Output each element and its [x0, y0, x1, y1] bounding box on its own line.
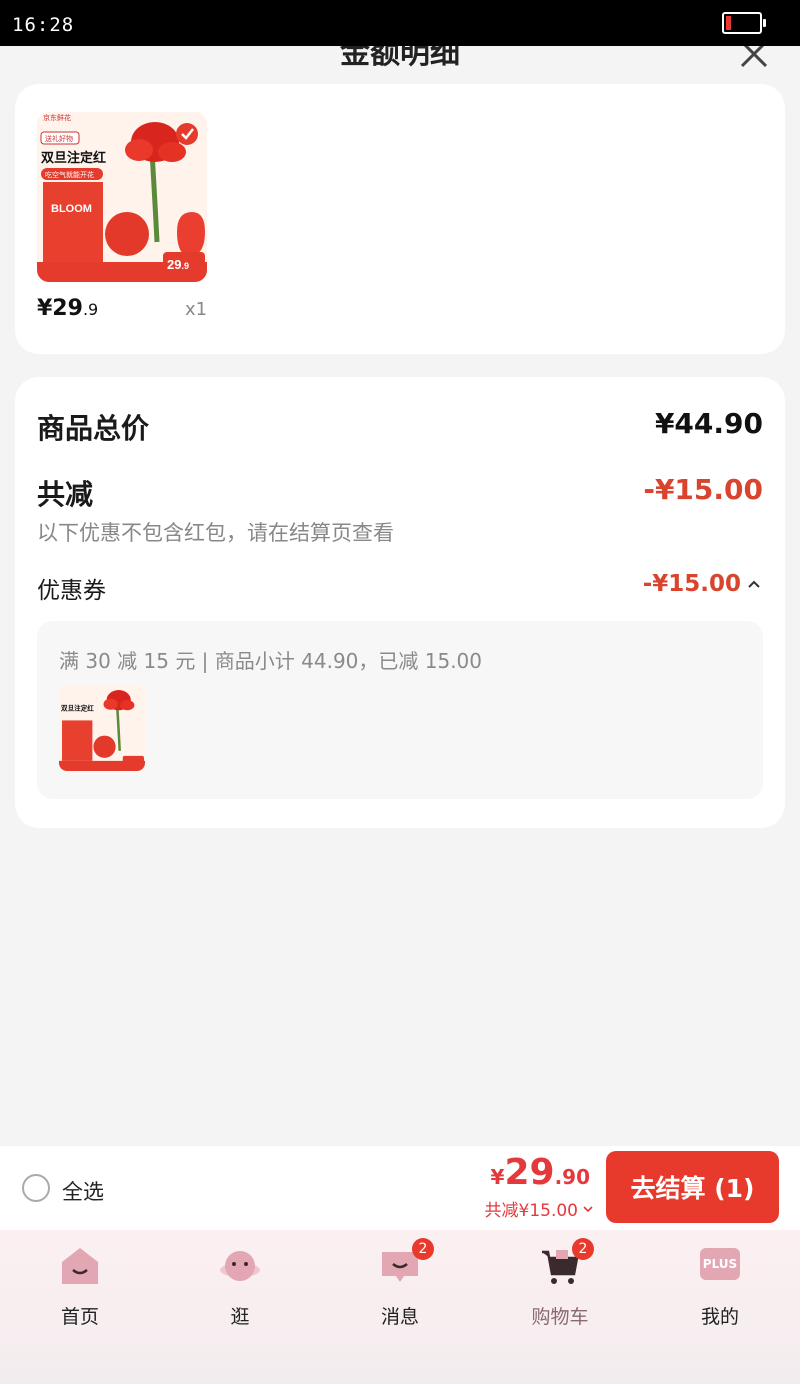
coupon-product-image: 双旦注定红	[59, 685, 145, 771]
status-time: 16:28	[12, 14, 75, 36]
battery-icon	[722, 12, 766, 34]
product-price-int: ¥29	[37, 296, 83, 321]
plus-member-icon: PLUS	[700, 1248, 740, 1280]
checkout-bar: 全选 ¥29.90 共减¥15.00 去结算 (1)	[0, 1146, 800, 1230]
tab-explore-label: 逛	[230, 1306, 250, 1328]
sheet-header: 金额明细	[0, 46, 800, 82]
product-price-dec: .9	[82, 300, 99, 319]
home-icon	[62, 1248, 98, 1284]
price-detail-card: 商品总价 ¥44.90 共减 -¥15.00 以下优惠不包含红包，请在结算页查看…	[15, 377, 785, 828]
reduce-value: -¥15.00	[643, 473, 763, 506]
tab-home[interactable]: 首页	[0, 1242, 160, 1332]
checkout-currency: ¥	[490, 1165, 505, 1189]
thumb-brand: 京东鲜花	[43, 113, 71, 122]
product-card: BLOOM 京东鲜花 送礼好物 双旦注定红 吃空气就能开花 29.9 ¥29.9…	[15, 84, 785, 354]
coupon-description: 满 30 减 15 元 | 商品小计 44.90，已减 15.00	[59, 649, 483, 673]
product-image-art: BLOOM 京东鲜花 送礼好物 双旦注定红 吃空气就能开花 29.9	[37, 112, 207, 282]
checkout-total-price: ¥29.90	[491, 1152, 590, 1193]
total-price-label: 商品总价	[37, 412, 150, 445]
tab-cart-label: 购物车	[531, 1306, 589, 1328]
checkout-discount-text: 共减¥15.00	[484, 1201, 578, 1221]
tab-mine[interactable]: PLUS 我的	[640, 1242, 800, 1332]
thumb-price-dec: .9	[181, 261, 189, 271]
bottom-tab-bar: 首页 逛 2 消息 2 购物车 PLUS 我的	[0, 1230, 800, 1384]
tab-mine-label: 我的	[700, 1306, 739, 1328]
tab-messages[interactable]: 2 消息	[320, 1238, 480, 1332]
tab-explore[interactable]: 逛	[160, 1242, 320, 1332]
chevron-down-icon	[583, 1205, 593, 1212]
thumb-slogan: 吃空气就能开花	[45, 170, 94, 179]
sheet-title: 金额明细	[340, 46, 460, 71]
total-price-value: ¥44.90	[654, 407, 763, 440]
thumb-price-int: 29	[167, 257, 181, 272]
coupon-product-image-art: 双旦注定红	[59, 685, 145, 771]
messages-badge: 2	[412, 1238, 434, 1260]
planet-icon	[220, 1251, 260, 1281]
tab-cart[interactable]: 2 购物车	[480, 1238, 640, 1332]
chevron-up-icon	[748, 580, 760, 588]
coupon-detail-box: 满 30 减 15 元 | 商品小计 44.90，已减 15.00 双旦注定红	[37, 621, 763, 799]
select-all-checkbox[interactable]	[22, 1174, 50, 1202]
thumb-headline: 双旦注定红	[41, 150, 106, 166]
reduce-note: 以下优惠不包含红包，请在结算页查看	[37, 521, 394, 545]
reduce-label: 共减	[37, 478, 94, 511]
status-bar: 16:28	[0, 0, 800, 46]
product-quantity: x1	[185, 299, 208, 320]
coupon-label: 优惠券	[37, 578, 106, 604]
coupon-value: -¥15.00	[642, 571, 741, 597]
checkout-total-dec: .90	[554, 1165, 590, 1189]
checkout-discount-toggle[interactable]: 共减¥15.00	[485, 1196, 594, 1221]
coupon-thumb-headline: 双旦注定红	[61, 703, 94, 712]
checkout-button[interactable]: 去结算 (1)	[606, 1151, 779, 1223]
tab-home-label: 首页	[60, 1306, 99, 1328]
checkout-total-int: 29	[504, 1152, 555, 1193]
thumb-product-word: BLOOM	[51, 203, 92, 215]
product-price: ¥29.9	[37, 296, 98, 321]
cart-badge: 2	[572, 1238, 594, 1260]
coupon-toggle[interactable]: -¥15.00	[643, 571, 761, 597]
product-image[interactable]: BLOOM 京东鲜花 送礼好物 双旦注定红 吃空气就能开花 29.9	[37, 112, 207, 282]
thumb-tag: 送礼好物	[45, 134, 73, 143]
close-icon[interactable]	[736, 46, 772, 74]
select-all-label[interactable]: 全选	[62, 1176, 104, 1206]
tab-messages-label: 消息	[380, 1306, 419, 1328]
